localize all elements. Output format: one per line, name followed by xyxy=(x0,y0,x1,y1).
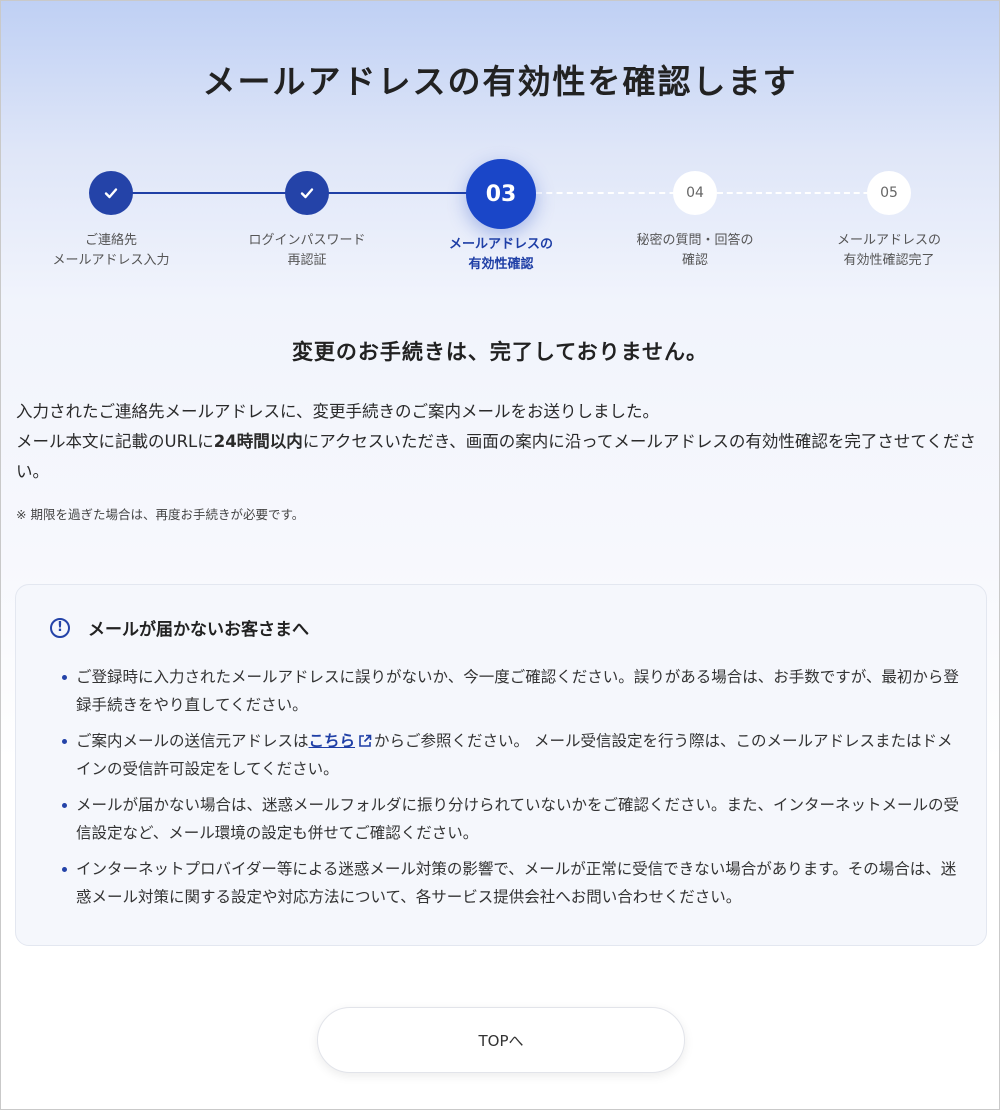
check-icon xyxy=(300,188,314,199)
step-4-label: 秘密の質問・回答の 確認 xyxy=(636,233,754,268)
notice-body: 入力されたご連絡先メールアドレスに、変更手続きのご案内メールをお送りしました。 … xyxy=(16,397,991,487)
progress-stepper: ご連絡先 メールアドレス入力 ログインパスワード 再認証 03 メールアドレスの… xyxy=(1,159,999,289)
notice-line-1: 入力されたご連絡先メールアドレスに、変更手続きのご案内メールをお送りしました。 xyxy=(16,402,660,421)
page-title: メールアドレスの有効性を確認します xyxy=(202,62,798,101)
deadline-note: ※ 期限を過ぎた場合は、再度お手続きが必要です。 xyxy=(16,507,305,522)
check-icon xyxy=(104,188,118,199)
deadline-emphasis: 24時間以内 xyxy=(213,432,303,451)
step-4-circle: 04 xyxy=(673,171,717,215)
step-5-circle: 05 xyxy=(867,171,911,215)
alert-circle-icon: ! xyxy=(50,617,70,638)
step-1-label: ご連絡先 メールアドレス入力 xyxy=(52,233,170,268)
help-box: ! メールが届かないお客さまへ ご登録時に入力されたメールアドレスに誤りがないか… xyxy=(15,584,987,946)
help-title-text: メールが届かないお客さまへ xyxy=(88,620,309,640)
notice-heading: 変更のお手続きは、完了しておりません。 xyxy=(291,340,709,364)
step-2-circle xyxy=(285,171,329,215)
help-title: ! メールが届かないお客さまへ xyxy=(50,615,309,640)
page-frame: メールアドレスの有効性を確認します ご連絡先 メールアドレス入力 ログインパスワ… xyxy=(0,0,1000,1110)
step-1-circle xyxy=(89,171,133,215)
help-list: ご登録時に入力されたメールアドレスに誤りがないか、今一度ご確認ください。誤りがあ… xyxy=(62,663,962,919)
step-2: ログインパスワード 再認証 xyxy=(207,159,407,271)
sender-address-link[interactable]: こちら xyxy=(309,732,356,750)
step-3-label: メールアドレスの 有効性確認 xyxy=(448,237,553,272)
step-4: 04 秘密の質問・回答の 確認 xyxy=(595,159,795,271)
step-3-circle: 03 xyxy=(466,159,536,229)
help-item-2: ご案内メールの送信元アドレスはこちら からご参照ください。 メール受信設定を行う際… xyxy=(62,727,962,783)
top-button[interactable]: TOPへ xyxy=(317,1007,685,1073)
step-3: 03 メールアドレスの 有効性確認 xyxy=(401,159,601,275)
step-5: 05 メールアドレスの 有効性確認完了 xyxy=(789,159,989,271)
step-1: ご連絡先 メールアドレス入力 xyxy=(11,159,211,271)
help-item-1: ご登録時に入力されたメールアドレスに誤りがないか、今一度ご確認ください。誤りがあ… xyxy=(62,663,962,719)
step-5-label: メールアドレスの 有効性確認完了 xyxy=(836,233,941,268)
external-link-icon[interactable] xyxy=(358,734,372,748)
notice-line-2-before: メール本文に記載のURLに xyxy=(16,432,214,451)
help-item-4: インターネットプロバイダー等による迷惑メール対策の影響で、メールが正常に受信でき… xyxy=(62,855,962,911)
help-item-3: メールが届かない場合は、迷惑メールフォルダに振り分けられていないかをご確認くださ… xyxy=(62,791,962,847)
step-2-label: ログインパスワード 再認証 xyxy=(248,233,366,268)
